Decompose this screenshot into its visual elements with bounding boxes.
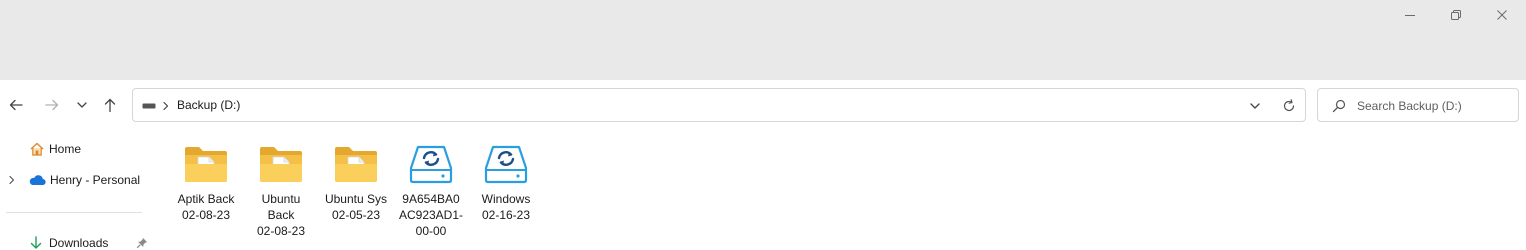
chevron-down-icon bbox=[77, 102, 87, 108]
folder-icon bbox=[335, 147, 377, 182]
file-item-9a654ba0[interactable]: 9A654BA0 AC923AD1- 00-00 bbox=[394, 142, 468, 239]
close-icon bbox=[1497, 10, 1507, 20]
close-button[interactable] bbox=[1479, 0, 1525, 30]
file-item-ubuntu-back[interactable]: Ubuntu Back 02-08-23 bbox=[244, 142, 318, 239]
up-button[interactable] bbox=[98, 93, 122, 117]
backup-drive-icon bbox=[484, 145, 528, 184]
file-name: 9A654BA0 AC923AD1- 00-00 bbox=[398, 192, 464, 238]
address-bar[interactable]: Backup (D:) bbox=[132, 88, 1306, 122]
file-name: Ubuntu Sys 02-05-23 bbox=[324, 192, 388, 222]
sidebar-item-home[interactable]: Home bbox=[29, 141, 81, 157]
download-icon bbox=[30, 236, 42, 249]
file-name: Aptik Back 02-08-23 bbox=[177, 192, 235, 222]
folder-icon bbox=[260, 147, 302, 182]
back-button[interactable] bbox=[4, 93, 28, 117]
expand-chevron-icon[interactable] bbox=[8, 175, 16, 185]
chevron-right-icon[interactable] bbox=[162, 101, 170, 111]
backup-drive-icon bbox=[409, 145, 453, 184]
search-box[interactable]: Search Backup (D:) bbox=[1317, 88, 1519, 122]
forward-button[interactable] bbox=[40, 93, 64, 117]
arrow-right-icon bbox=[45, 99, 59, 111]
minimize-icon bbox=[1405, 15, 1415, 16]
pin-icon[interactable] bbox=[136, 237, 148, 249]
sidebar-item-downloads[interactable]: Downloads bbox=[29, 236, 148, 250]
address-location[interactable]: Backup (D:) bbox=[177, 98, 240, 112]
file-item-ubuntu-sys[interactable]: Ubuntu Sys 02-05-23 bbox=[319, 142, 393, 223]
restore-button[interactable] bbox=[1433, 0, 1479, 30]
recent-locations-button[interactable] bbox=[70, 93, 94, 117]
address-dropdown-icon[interactable] bbox=[1249, 100, 1261, 112]
search-placeholder: Search Backup (D:) bbox=[1357, 99, 1462, 113]
file-name: Ubuntu Back 02-08-23 bbox=[256, 192, 306, 238]
sidebar-item-label: Home bbox=[49, 142, 82, 156]
sidebar-item-label: Downloads bbox=[49, 236, 109, 250]
arrow-left-icon bbox=[9, 99, 23, 111]
file-item-aptik-back[interactable]: Aptik Back 02-08-23 bbox=[169, 142, 243, 223]
folder-icon bbox=[185, 147, 227, 182]
title-bar bbox=[0, 0, 1526, 80]
arrow-up-icon bbox=[104, 98, 116, 113]
file-item-windows[interactable]: Windows 02-16-23 bbox=[469, 142, 543, 223]
sidebar-item-label: Henry - Personal bbox=[50, 173, 141, 187]
sidebar-divider bbox=[6, 212, 142, 213]
home-icon bbox=[30, 142, 44, 156]
minimize-button[interactable] bbox=[1387, 0, 1433, 30]
search-icon bbox=[1332, 99, 1346, 113]
refresh-icon[interactable] bbox=[1282, 99, 1296, 113]
file-name: Windows 02-16-23 bbox=[481, 192, 531, 222]
restore-icon bbox=[1451, 10, 1461, 20]
drive-icon bbox=[142, 103, 156, 109]
sidebar-item-henry-personal[interactable]: Henry - Personal bbox=[8, 173, 140, 187]
onedrive-cloud-icon bbox=[29, 175, 46, 186]
